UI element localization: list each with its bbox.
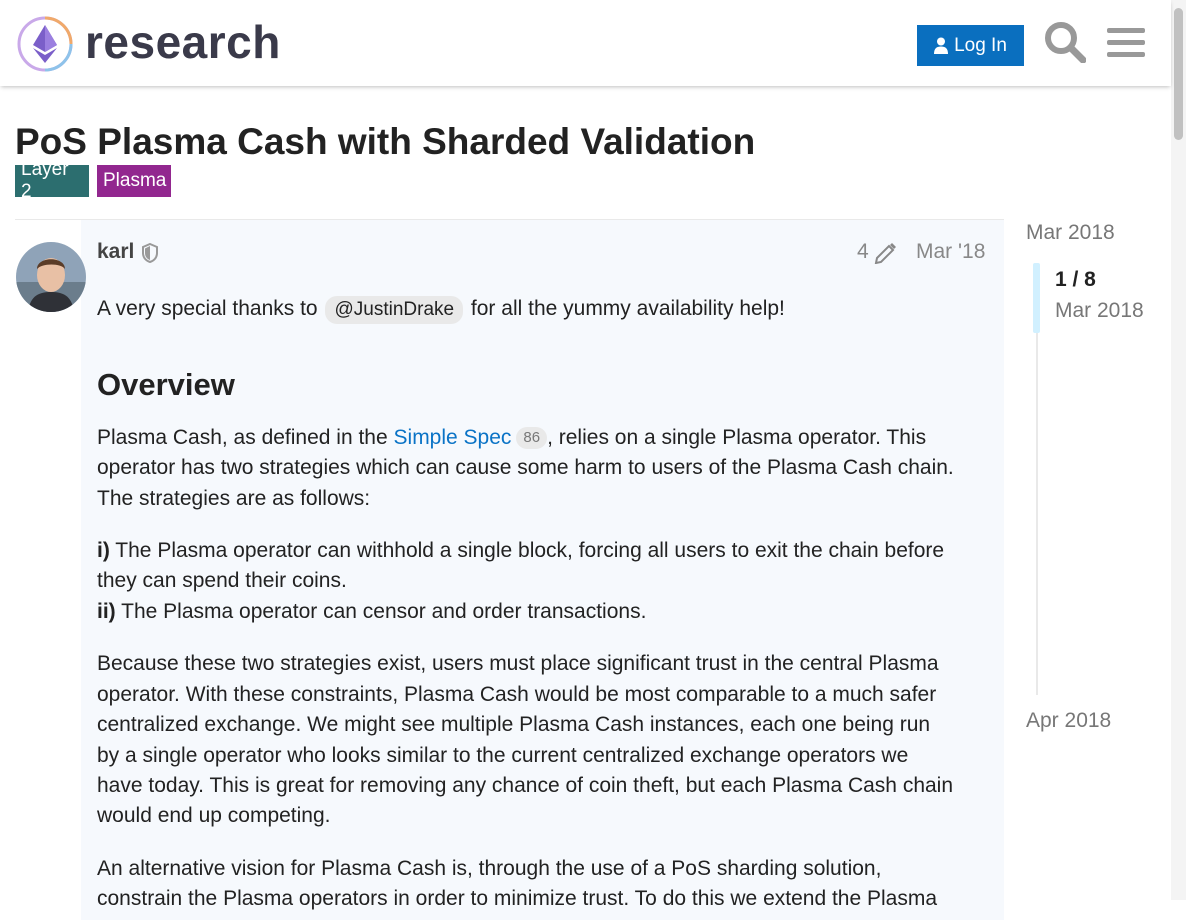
- paragraph-line: Plasma Cash, as defined in the Simple Sp…: [97, 423, 926, 453]
- paragraph-line: by a single operator who looks similar t…: [97, 744, 909, 767]
- tag-layer-2[interactable]: Layer 2: [15, 159, 89, 202]
- timeline-start-date[interactable]: Mar 2018: [1026, 221, 1115, 245]
- intro-text-before: A very special thanks to: [97, 297, 318, 320]
- login-label: Log In: [954, 34, 1007, 56]
- edit-count[interactable]: 4: [857, 240, 869, 264]
- post-author[interactable]: karl: [97, 240, 134, 264]
- topic-title[interactable]: PoS Plasma Cash with Sharded Validation: [15, 120, 755, 164]
- shield-icon: [142, 243, 158, 263]
- post-date[interactable]: Mar '18: [916, 240, 985, 264]
- hamburger-menu-icon[interactable]: [1107, 25, 1145, 61]
- avatar-image: [16, 242, 86, 312]
- paragraph-line: operator. With these constraints, Plasma…: [97, 683, 937, 706]
- login-button[interactable]: Log In: [917, 25, 1024, 66]
- paragraph-line: constrain the Plasma operators in order …: [97, 887, 938, 910]
- user-mention[interactable]: @JustinDrake: [325, 296, 464, 324]
- paragraph-line: The strategies are as follows:: [97, 487, 371, 510]
- pencil-icon[interactable]: [874, 242, 897, 264]
- site-header: research Log In: [0, 0, 1171, 86]
- list-item-text: The Plasma operator can censor and order…: [121, 600, 647, 623]
- timeline-position-date: Mar 2018: [1055, 299, 1144, 322]
- intro-text-after: for all the yummy availability help!: [470, 297, 785, 320]
- tag-plasma[interactable]: Plasma: [97, 165, 171, 197]
- scrollbar-thumb[interactable]: [1174, 8, 1183, 140]
- search-icon[interactable]: [1044, 21, 1086, 63]
- user-icon: [934, 37, 949, 54]
- paragraph-line: would end up competing.: [97, 804, 331, 827]
- brand-name[interactable]: research: [85, 14, 281, 70]
- list-item-text: The Plasma operator can withhold a singl…: [115, 539, 945, 562]
- paragraph-text: , relies on a single Plasma operator. Th…: [547, 426, 927, 449]
- avatar[interactable]: [16, 242, 86, 312]
- ethereum-research-logo[interactable]: [16, 15, 74, 73]
- list-item: i) The Plasma operator can withhold a si…: [97, 536, 944, 566]
- timeline-end-date[interactable]: Apr 2018: [1026, 709, 1111, 733]
- list-marker: ii): [97, 600, 116, 623]
- list-marker: i): [97, 539, 110, 562]
- timeline-handle[interactable]: [1033, 263, 1040, 333]
- paragraph-line: they can spend their coins.: [97, 569, 347, 592]
- intro-line: A very special thanks to @JustinDrake fo…: [97, 294, 785, 324]
- timeline-position: 1 / 8: [1055, 268, 1096, 291]
- simple-spec-link[interactable]: Simple Spec: [394, 426, 512, 449]
- paragraph-line: have today. This is great for removing a…: [97, 774, 954, 797]
- paragraph-line: centralized exchange. We might see multi…: [97, 713, 931, 736]
- list-item: ii) The Plasma operator can censor and o…: [97, 597, 646, 627]
- paragraph-line: Because these two strategies exist, user…: [97, 652, 939, 675]
- paragraph-line: operator has two strategies which can ca…: [97, 456, 954, 479]
- link-click-count: 86: [516, 427, 548, 449]
- paragraph-text: Plasma Cash, as defined in the: [97, 426, 388, 449]
- paragraph-line: An alternative vision for Plasma Cash is…: [97, 857, 882, 880]
- section-heading: Overview: [97, 367, 235, 402]
